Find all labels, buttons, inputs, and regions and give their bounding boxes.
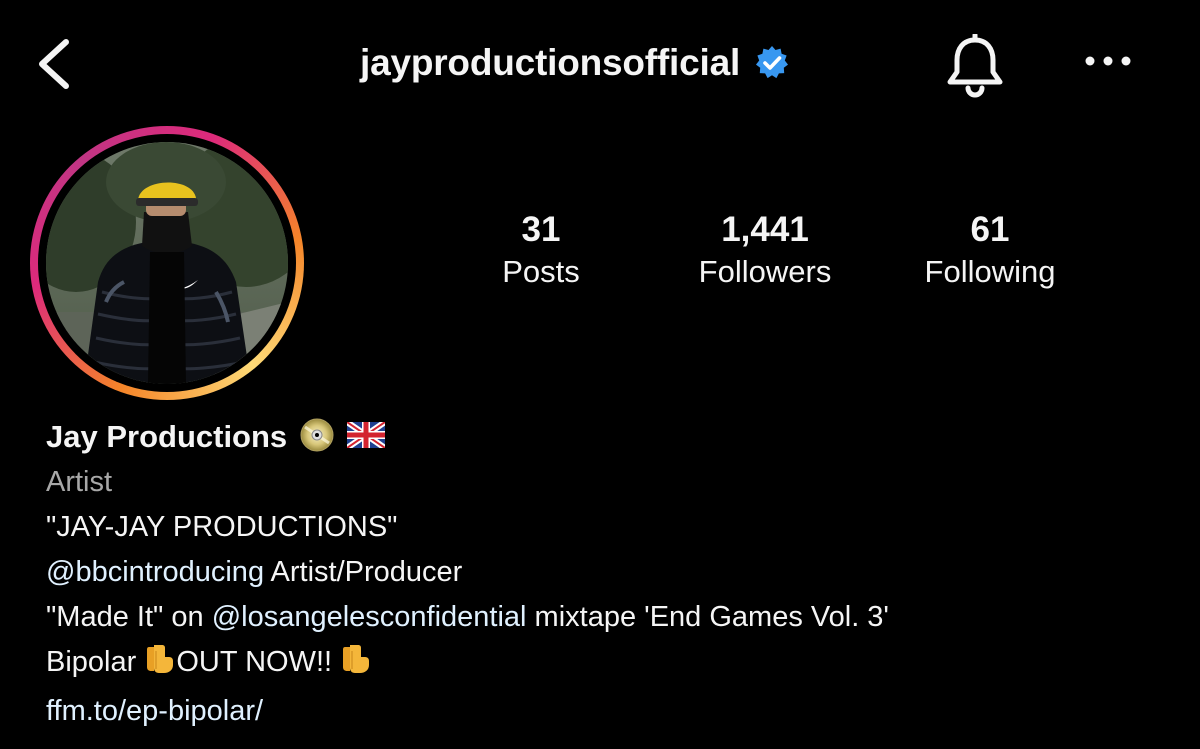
display-name: Jay Productions (46, 419, 288, 454)
bio-line-3: "Made It" on @losangelesconfidential mix… (46, 595, 1166, 640)
following-label: Following (924, 254, 1056, 289)
profile-bio: Jay Productions Artist "JAY-JAY PRODUCTI… (46, 414, 1166, 734)
pointing-down-icon (342, 643, 370, 689)
more-horizontal-icon (1085, 56, 1131, 66)
followers-stat[interactable]: 1,441 Followers (670, 208, 860, 292)
verified-badge-icon (754, 45, 790, 81)
bio-link-line: ffm.to/ep-bipolar/ (46, 689, 1166, 734)
back-arrow-icon (39, 39, 69, 89)
back-button[interactable] (30, 36, 80, 92)
profile-stats: 31 Posts 1,441 Followers 61 Following (0, 208, 1200, 308)
bio-line-3-suffix: mixtape 'End Games Vol. 3' (526, 601, 889, 633)
profile-header: jayproductionsofficial (0, 0, 1200, 130)
bio-link[interactable]: ffm.to/ep-bipolar/ (46, 695, 263, 727)
following-count: 61 (970, 210, 1010, 249)
uk-flag-icon (345, 419, 387, 453)
notifications-bell-button[interactable] (942, 32, 1008, 98)
bio-line-1: "JAY-JAY PRODUCTIONS" (46, 511, 398, 543)
followers-label: Followers (698, 254, 832, 289)
username: jayproductionsofficial (360, 42, 741, 83)
bio-line-2-text: Artist/Producer (264, 556, 463, 588)
bio-line-4-part2: OUT NOW!! (176, 646, 341, 678)
mention-bbcintroducing[interactable]: @bbcintroducing (46, 556, 264, 588)
following-stat[interactable]: 61 Following (900, 208, 1080, 292)
posts-count: 31 (521, 210, 561, 249)
mention-losangelesconfidential[interactable]: @losangelesconfidential (212, 601, 527, 633)
category-label: Artist (46, 466, 113, 498)
followers-count: 1,441 (721, 210, 809, 249)
display-name-line: Jay Productions (46, 414, 1166, 460)
username-title: jayproductionsofficial (360, 38, 790, 88)
bio-line-3-prefix: "Made It" on (46, 601, 212, 633)
pointing-down-icon (146, 643, 174, 689)
bio-line-2: @bbcintroducing Artist/Producer (46, 550, 1166, 595)
bio-line-4: Bipolar OUT NOW!! (46, 640, 1166, 689)
bell-icon (947, 32, 1003, 98)
more-options-button[interactable] (1082, 48, 1134, 74)
bio-line-4-part1: Bipolar (46, 646, 145, 678)
posts-stat[interactable]: 31 Posts (470, 208, 612, 292)
posts-label: Posts (502, 254, 580, 289)
cd-disc-icon (299, 417, 335, 458)
